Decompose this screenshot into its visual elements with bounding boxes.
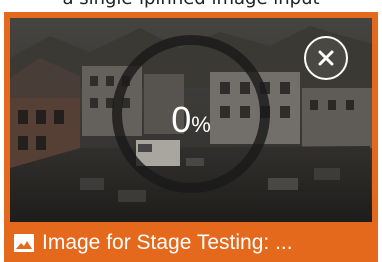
image-caption: Image for Stage Testing: ... bbox=[10, 226, 372, 260]
close-icon bbox=[318, 50, 334, 66]
clipped-header-text: a single-lpinned image input bbox=[0, 0, 382, 8]
image-icon bbox=[14, 234, 34, 252]
upload-progress-text: 0% bbox=[161, 102, 221, 138]
image-title: Image for Stage Testing: ... bbox=[42, 231, 293, 254]
header-text: a single-lpinned image input bbox=[0, 0, 382, 8]
progress-value: 0 bbox=[171, 99, 192, 140]
cancel-upload-button[interactable] bbox=[304, 36, 348, 80]
image-preview: 0% bbox=[10, 18, 372, 222]
image-upload-card: 0% Image for Stage Testing: ... bbox=[4, 12, 378, 262]
progress-unit: % bbox=[191, 112, 211, 137]
